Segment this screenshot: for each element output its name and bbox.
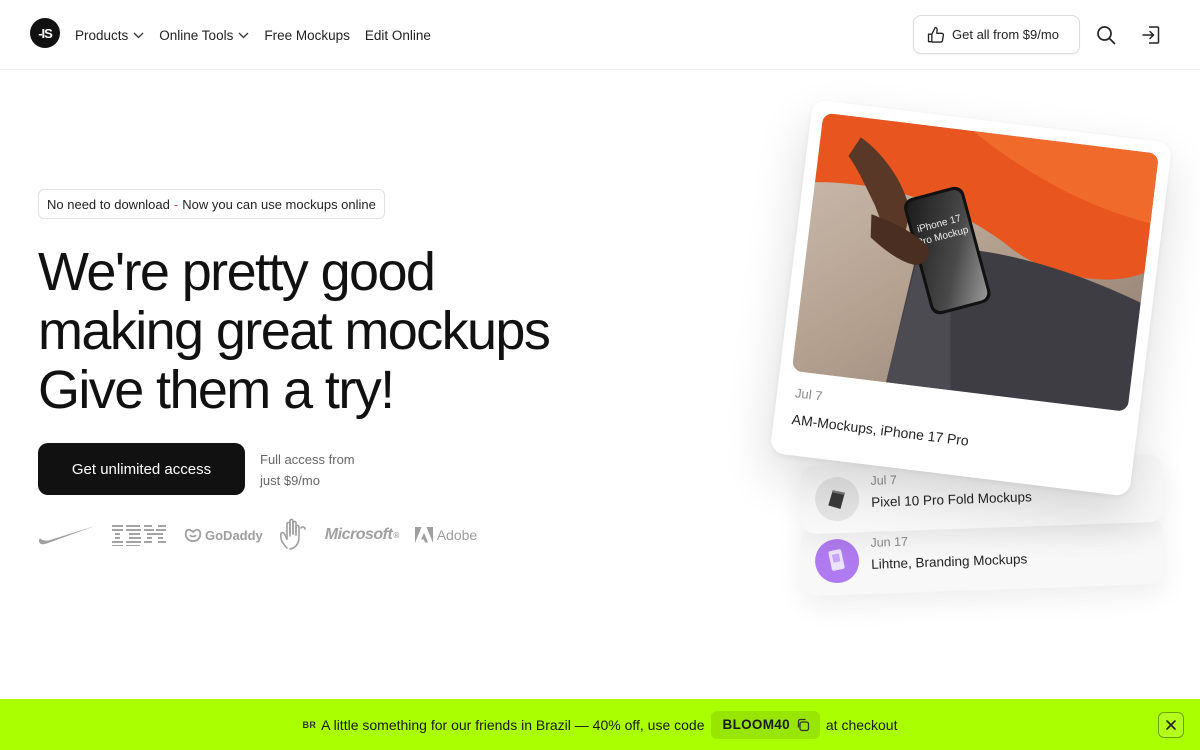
site-header: -IS Products Online Tools Free Mockups E… [0, 0, 1200, 70]
search-icon [1097, 26, 1116, 45]
chevron-down-icon [133, 32, 144, 38]
main-nav: Products Online Tools Free Mockups Edit … [75, 0, 446, 70]
pricing-note-line-1: Full access from [260, 452, 355, 467]
nav-edit-online[interactable]: Edit Online [365, 28, 431, 43]
promo-text: A little something for our friends in Br… [321, 716, 705, 733]
headline-line-3: Give them a try! [38, 360, 395, 420]
pricing-cta-button[interactable]: Get all from $9/mo [913, 15, 1080, 54]
featured-mockup-image: iPhone 17 Pro Mockup [791, 112, 1159, 412]
nav-free-mockups[interactable]: Free Mockups [264, 28, 350, 43]
thumbs-up-icon [927, 26, 945, 43]
item-title: Pixel 10 Pro Fold Mockups [870, 489, 1032, 510]
pill-separator: - [173, 196, 179, 212]
godaddy-logo: GoDaddy [184, 527, 263, 543]
nav-edit-online-label: Edit Online [364, 27, 431, 43]
hero-headline: We're pretty good making great mockups G… [38, 243, 658, 420]
item-title: Lihtne, Branding Mockups [870, 551, 1028, 572]
featured-title: AM-Mockups, iPhone 17 Pro [790, 411, 970, 449]
nav-products[interactable]: Products [75, 28, 144, 43]
microsoft-logo: Microsoft ® [324, 526, 399, 543]
nike-logo [38, 524, 96, 546]
nav-online-tools-label: Online Tools [159, 27, 234, 43]
main-cta-label: Get unlimited access [71, 460, 212, 478]
nav-products-label: Products [75, 27, 129, 43]
featured-mockup-card[interactable]: iPhone 17 Pro Mockup Jul 7 AM-Mockups, i… [769, 99, 1173, 497]
pill-text-left: No need to download [47, 196, 170, 212]
search-button[interactable] [1095, 24, 1117, 46]
adobe-logo: Adobe [414, 527, 477, 543]
headline-line-1: We're pretty good [38, 242, 436, 302]
copy-icon [797, 718, 810, 731]
featured-date: Jul 7 [794, 385, 824, 404]
pricing-cta-label: Get all from $9/mo [952, 27, 1059, 42]
pixel-fold-thumbnail [814, 476, 860, 522]
ibm-logo [112, 524, 168, 546]
promo-banner: BR A little something for our friends in… [0, 699, 1200, 750]
promo-code: BLOOM40 [722, 717, 790, 732]
nav-free-mockups-label: Free Mockups [264, 27, 350, 43]
branding-thumbnail [814, 538, 860, 584]
promo-code-button[interactable]: BLOOM40 [710, 710, 820, 739]
client-logos: GoDaddy Microsoft ® Adobe [38, 515, 493, 555]
site-logo[interactable]: -IS [30, 18, 60, 48]
pill-text-right: Now you can use mockups online [182, 196, 376, 212]
login-icon [1142, 26, 1160, 44]
item-date: Jun 17 [870, 534, 909, 550]
close-icon [1166, 720, 1176, 730]
pricing-note: Full access from just $9/mo [260, 449, 400, 491]
item-date: Jul 7 [870, 472, 898, 488]
chevron-down-icon [238, 32, 249, 38]
nav-online-tools[interactable]: Online Tools [159, 28, 249, 43]
hand-logo [279, 518, 309, 552]
announcement-pill: No need to download - Now you can use mo… [38, 189, 385, 219]
promo-text-suffix: at checkout [825, 716, 898, 733]
pricing-note-line-2: just $9/mo [260, 473, 320, 488]
get-unlimited-access-button[interactable]: Get unlimited access [38, 443, 245, 495]
login-button[interactable] [1140, 24, 1162, 46]
headline-line-2: making great mockups [38, 301, 551, 361]
country-flag-label: BR [302, 719, 317, 730]
close-promo-button[interactable] [1158, 712, 1184, 738]
